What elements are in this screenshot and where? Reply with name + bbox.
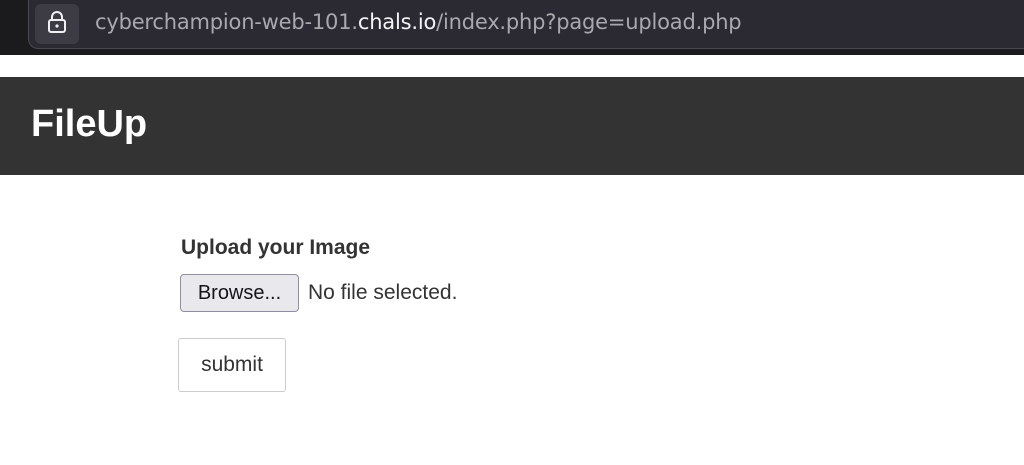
site-title: FileUp [31, 103, 148, 145]
browser-toolbar: cyberchampion-web-101.chals.io/index.php… [0, 0, 1024, 55]
browse-button[interactable]: Browse... [180, 274, 299, 312]
url-text[interactable]: cyberchampion-web-101.chals.io/index.php… [95, 10, 742, 34]
page-top-gap [0, 55, 1024, 77]
url-domain: chals.io [357, 10, 437, 34]
address-bar[interactable]: cyberchampion-web-101.chals.io/index.php… [28, 0, 1024, 49]
submit-button[interactable]: submit [178, 338, 286, 392]
lock-icon [46, 10, 68, 39]
upload-label: Upload your Image [181, 236, 371, 259]
site-info-button[interactable] [35, 4, 79, 44]
url-domain-prefix: cyberchampion-web-101. [95, 10, 358, 34]
url-path: /index.php?page=upload.php [436, 10, 742, 34]
file-status-text: No file selected. [308, 281, 458, 304]
site-header: FileUp [0, 77, 1024, 175]
